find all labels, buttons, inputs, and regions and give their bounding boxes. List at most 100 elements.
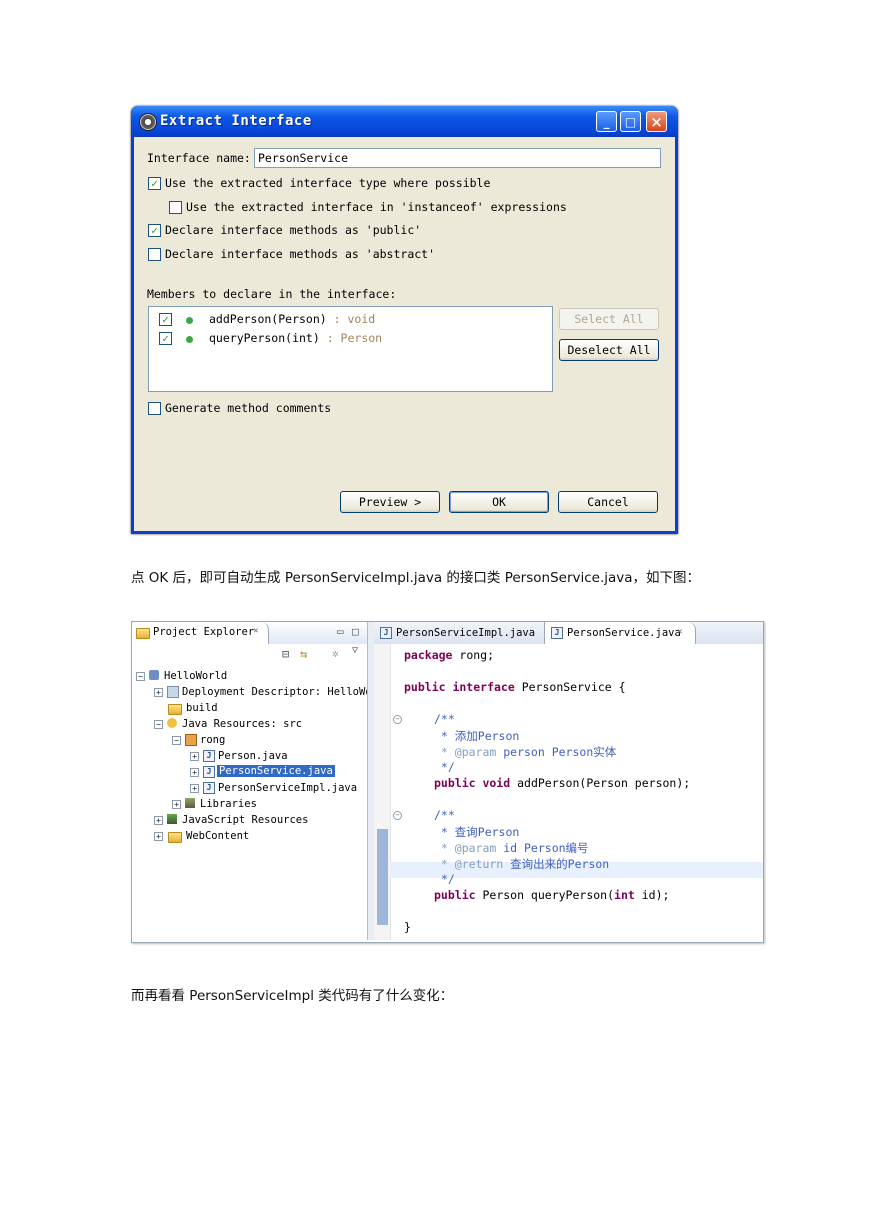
java-file-icon: J bbox=[380, 627, 392, 639]
tree-label: build bbox=[186, 702, 218, 714]
code-line: public void addPerson(Person person); bbox=[434, 776, 691, 790]
maximize-view-icon[interactable]: □ bbox=[352, 625, 359, 638]
expand-icon[interactable]: + bbox=[172, 800, 181, 809]
expand-icon[interactable]: + bbox=[190, 768, 199, 777]
option-instanceof-label: Use the extracted interface in 'instance… bbox=[186, 200, 567, 214]
code-line: public interface PersonService { bbox=[404, 680, 626, 694]
tree-label: Java Resources: src bbox=[182, 718, 303, 730]
tree-label: PersonServiceImpl.java bbox=[218, 782, 358, 794]
select-all-button[interactable]: Select All bbox=[559, 308, 659, 330]
code-line: * @param person Person实体 bbox=[434, 745, 617, 759]
editor-tab-label: PersonServiceImpl.java bbox=[396, 627, 536, 639]
project-icon bbox=[149, 670, 159, 680]
members-label: Members to declare in the interface: bbox=[147, 287, 397, 301]
code-line: * 添加Person bbox=[434, 729, 520, 743]
collapse-icon[interactable]: − bbox=[154, 720, 163, 729]
members-list[interactable]: ✓ addPerson(Person) : void ✓ queryPerson… bbox=[148, 306, 553, 392]
code-line: package rong; bbox=[404, 648, 495, 662]
code-line: * @return 查询出来的Person bbox=[434, 857, 610, 871]
member-name: queryPerson(int) bbox=[209, 331, 320, 345]
change-marker bbox=[377, 829, 388, 925]
expand-icon[interactable]: + bbox=[154, 688, 163, 697]
option-public-label: Declare interface methods as 'public' bbox=[165, 223, 422, 237]
minimize-view-icon[interactable]: ▭ bbox=[337, 625, 344, 638]
public-method-icon bbox=[186, 336, 193, 343]
option-use-type-label: Use the extracted interface type where p… bbox=[165, 176, 491, 190]
close-icon[interactable]: × bbox=[646, 111, 667, 132]
tree-label: Deployment Descriptor: HelloWor bbox=[182, 686, 378, 698]
deselect-all-button[interactable]: Deselect All bbox=[559, 339, 659, 361]
link-with-editor-icon[interactable]: ⇆ bbox=[300, 647, 307, 661]
paragraph-bottom: 而再看看 PersonServiceImpl 类代码有了什么变化： bbox=[131, 988, 454, 1004]
folder-icon bbox=[168, 704, 182, 715]
eclipse-workbench: Project Explorer ✕ ▭ □ ⊟ ⇆ ✲ ▽ − HelloWo… bbox=[131, 621, 764, 943]
member-checkbox[interactable]: ✓ bbox=[159, 332, 172, 345]
member-row[interactable]: ✓ addPerson(Person) : void bbox=[159, 311, 539, 329]
project-explorer-toolbar: ⊟ ⇆ ✲ ▽ bbox=[132, 644, 367, 666]
cancel-button[interactable]: Cancel bbox=[558, 491, 658, 513]
code-line: } bbox=[404, 920, 411, 934]
view-menu-icon[interactable]: ▽ bbox=[352, 645, 358, 656]
tree-label-selected: PersonService.java bbox=[217, 765, 335, 777]
editor-tab-personserviceimpl[interactable]: J PersonServiceImpl.java bbox=[374, 622, 544, 644]
tree-label: rong bbox=[200, 734, 226, 746]
fold-icon[interactable]: − bbox=[393, 715, 402, 724]
generate-comments-label: Generate method comments bbox=[165, 401, 332, 415]
preview-button[interactable]: Preview > bbox=[340, 491, 440, 513]
extract-interface-dialog: Extract Interface _ □ × Interface name: … bbox=[131, 106, 678, 534]
expand-icon[interactable]: + bbox=[190, 784, 199, 793]
java-file-icon: J bbox=[203, 782, 215, 794]
collapse-icon[interactable]: − bbox=[172, 736, 181, 745]
option-use-type-checkbox[interactable]: ✓ bbox=[148, 177, 161, 190]
project-tree: − HelloWorld + Deployment Descriptor: He… bbox=[132, 666, 378, 938]
package-icon bbox=[185, 734, 197, 746]
java-file-icon: J bbox=[551, 627, 563, 639]
libraries-icon bbox=[185, 798, 195, 808]
public-method-icon bbox=[186, 317, 193, 324]
interface-name-input[interactable]: PersonService bbox=[254, 148, 661, 168]
expand-icon[interactable]: + bbox=[154, 832, 163, 841]
code-line: */ bbox=[434, 760, 455, 774]
editor-gutter bbox=[374, 644, 391, 940]
option-instanceof-checkbox[interactable] bbox=[169, 201, 182, 214]
maximize-icon[interactable]: □ bbox=[620, 111, 641, 132]
folder-icon bbox=[168, 832, 182, 843]
tree-label: Libraries bbox=[200, 798, 257, 810]
project-explorer-title: Project Explorer bbox=[153, 626, 255, 638]
fold-icon[interactable]: − bbox=[393, 811, 402, 820]
tree-label: JavaScript Resources bbox=[182, 814, 309, 826]
editor-tabbar: J PersonServiceImpl.java J PersonService… bbox=[374, 622, 763, 645]
collapse-all-icon[interactable]: ⊟ bbox=[282, 647, 289, 661]
paragraph-after-dialog: 点 OK 后，即可自动生成 PersonServiceImpl.java 的接口… bbox=[131, 570, 701, 586]
javascript-resources-icon bbox=[167, 814, 177, 824]
collapse-icon[interactable]: − bbox=[136, 672, 145, 681]
tree-label: WebContent bbox=[186, 830, 250, 842]
code-line: /** bbox=[434, 808, 455, 822]
dialog-client: Interface name: PersonService ✓ Use the … bbox=[134, 137, 675, 531]
dialog-title: Extract Interface bbox=[160, 113, 312, 129]
close-tab-icon[interactable]: ✕ bbox=[677, 627, 682, 637]
code-line: /** bbox=[434, 712, 455, 726]
project-explorer-tab[interactable]: Project Explorer ✕ bbox=[132, 622, 269, 644]
option-abstract-checkbox[interactable] bbox=[148, 248, 161, 261]
member-row[interactable]: ✓ queryPerson(int) : Person bbox=[159, 330, 539, 348]
code-line: public Person queryPerson(int id); bbox=[434, 888, 670, 902]
filter-icon[interactable]: ✲ bbox=[332, 647, 339, 660]
expand-icon[interactable]: + bbox=[154, 816, 163, 825]
close-tab-icon[interactable]: ✕ bbox=[253, 626, 258, 636]
expand-icon[interactable]: + bbox=[190, 752, 199, 761]
java-file-icon: J bbox=[203, 750, 215, 762]
java-resources-icon bbox=[167, 718, 177, 728]
editor-tab-personservice[interactable]: J PersonService.java ✕ bbox=[544, 622, 696, 644]
code-editor[interactable]: package rong; public interface PersonSer… bbox=[374, 644, 763, 940]
minimize-icon[interactable]: _ bbox=[596, 111, 617, 132]
descriptor-icon bbox=[167, 686, 179, 698]
member-checkbox[interactable]: ✓ bbox=[159, 313, 172, 326]
generate-comments-checkbox[interactable] bbox=[148, 402, 161, 415]
dialog-titlebar[interactable]: Extract Interface _ □ × bbox=[131, 106, 678, 137]
member-return-type: : void bbox=[326, 312, 376, 326]
option-public-checkbox[interactable]: ✓ bbox=[148, 224, 161, 237]
member-name: addPerson(Person) bbox=[209, 312, 327, 326]
member-return-type: : Person bbox=[319, 331, 383, 345]
ok-button[interactable]: OK bbox=[449, 491, 549, 513]
